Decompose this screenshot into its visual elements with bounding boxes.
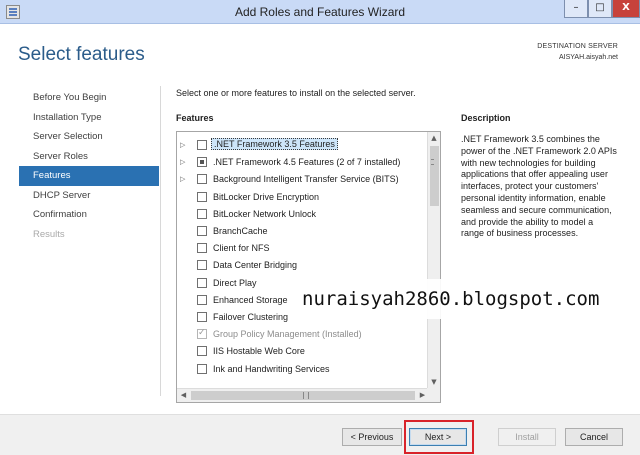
- feature-label: Client for NFS: [213, 243, 270, 254]
- feature-label: Enhanced Storage: [213, 294, 288, 305]
- feature-checkbox[interactable]: [197, 260, 207, 271]
- feature-item[interactable]: BitLocker Network Unlock: [177, 206, 427, 223]
- expand-arrow-icon[interactable]: ▷: [180, 158, 188, 166]
- close-button[interactable]: X: [612, 0, 640, 18]
- scroll-corner: [427, 388, 440, 402]
- feature-label: Ink and Handwriting Services: [213, 363, 330, 374]
- feature-item[interactable]: ▷ .NET Framework 4.5 Features (2 of 7 ins…: [177, 154, 427, 171]
- scroll-grip-icon: [431, 159, 434, 165]
- nav-item-server-roles[interactable]: Server Roles: [19, 147, 159, 167]
- nav-item-before-you-begin[interactable]: Before You Begin: [19, 88, 159, 108]
- feature-item[interactable]: Client for NFS: [177, 240, 427, 257]
- feature-item: Group Policy Management (Installed): [177, 326, 427, 343]
- features-heading: Features: [176, 113, 214, 123]
- feature-item[interactable]: Data Center Bridging: [177, 257, 427, 274]
- feature-label: Data Center Bridging: [213, 260, 298, 271]
- feature-item[interactable]: ▷ Background Intelligent Transfer Service…: [177, 171, 427, 188]
- horizontal-scrollbar[interactable]: ◀ ▶: [177, 388, 429, 402]
- expand-arrow-icon[interactable]: ▷: [180, 141, 188, 149]
- destination-server-name: AISYAH.aisyah.net: [558, 54, 618, 61]
- feature-checkbox: [197, 328, 207, 340]
- description-heading: Description: [461, 113, 511, 123]
- minimize-button[interactable]: –: [564, 0, 588, 18]
- horizontal-scroll-thumb[interactable]: [191, 391, 415, 400]
- feature-label: Background Intelligent Transfer Service …: [213, 174, 399, 185]
- feature-label: Group Policy Management (Installed): [213, 329, 362, 340]
- feature-checkbox[interactable]: [197, 157, 207, 168]
- vertical-scrollbar[interactable]: ▲ ▼: [427, 132, 440, 389]
- previous-button[interactable]: < Previous: [342, 428, 402, 446]
- feature-label: BranchCache: [213, 226, 268, 236]
- feature-checkbox[interactable]: [197, 243, 207, 254]
- feature-label: Failover Clustering: [213, 312, 289, 322]
- feature-list[interactable]: ▷ .NET Framework 3.5 Features ▷ .NET Framew…: [176, 131, 441, 403]
- destination-server-label: DESTINATION SERVER: [537, 43, 618, 50]
- feature-checkbox[interactable]: [197, 174, 207, 185]
- feature-description: .NET Framework 3.5 combines the power of…: [461, 134, 617, 239]
- nav-divider: [160, 86, 161, 396]
- feature-item[interactable]: BitLocker Drive Encryption: [177, 189, 427, 206]
- feature-item[interactable]: ▷ .NET Framework 3.5 Features: [177, 137, 427, 154]
- feature-item[interactable]: BranchCache: [177, 223, 427, 240]
- nav-item-confirmation[interactable]: Confirmation: [19, 205, 159, 225]
- feature-label: BitLocker Drive Encryption: [213, 191, 320, 202]
- vertical-scroll-thumb[interactable]: [430, 146, 439, 206]
- page-title: Select features: [18, 44, 145, 65]
- feature-checkbox[interactable]: [197, 191, 207, 202]
- nav-item-installation-type[interactable]: Installation Type: [19, 108, 159, 128]
- expand-arrow-icon[interactable]: ▷: [180, 175, 188, 183]
- feature-checkbox[interactable]: [197, 294, 207, 305]
- feature-label: IIS Hostable Web Core: [213, 346, 305, 357]
- feature-checkbox[interactable]: [197, 346, 207, 357]
- install-button: Install: [498, 428, 556, 446]
- scroll-grip-icon: [303, 392, 309, 399]
- feature-label: BitLocker Network Unlock: [213, 208, 317, 219]
- feature-label: .NET Framework 4.5 Features (2 of 7 inst…: [213, 157, 401, 168]
- nav-item-dhcp-server[interactable]: DHCP Server: [19, 186, 159, 206]
- scroll-left-arrow-icon[interactable]: ◀: [177, 389, 190, 402]
- feature-checkbox[interactable]: [197, 226, 207, 236]
- wizard-footer: < Previous Next > Install Cancel: [0, 414, 640, 455]
- feature-item[interactable]: IIS Hostable Web Core: [177, 343, 427, 360]
- title-bar: Add Roles and Features Wizard: [0, 0, 640, 24]
- blog-watermark: nuraisyah2860.blogspot.com: [296, 279, 612, 319]
- nav-item-features[interactable]: Features: [19, 166, 159, 186]
- window-title: Add Roles and Features Wizard: [234, 5, 406, 19]
- scroll-up-arrow-icon[interactable]: ▲: [428, 132, 440, 145]
- feature-item[interactable]: Ink and Handwriting Services: [177, 361, 427, 378]
- cancel-button[interactable]: Cancel: [565, 428, 623, 446]
- feature-checkbox[interactable]: [197, 208, 207, 219]
- feature-label: Direct Play: [213, 277, 257, 288]
- feature-checkbox[interactable]: [197, 277, 207, 288]
- nav-item-server-selection[interactable]: Server Selection: [19, 127, 159, 147]
- feature-label: .NET Framework 3.5 Features: [211, 138, 338, 150]
- maximize-button[interactable]: □: [588, 0, 612, 18]
- feature-checkbox[interactable]: [197, 363, 207, 374]
- next-button-highlight: [404, 420, 474, 454]
- feature-checkbox[interactable]: [197, 140, 207, 150]
- nav-item-results: Results: [33, 228, 65, 240]
- wizard-nav: Before You Begin Installation Type Serve…: [19, 88, 159, 244]
- feature-checkbox[interactable]: [197, 312, 207, 322]
- instruction-text: Select one or more features to install o…: [176, 88, 416, 98]
